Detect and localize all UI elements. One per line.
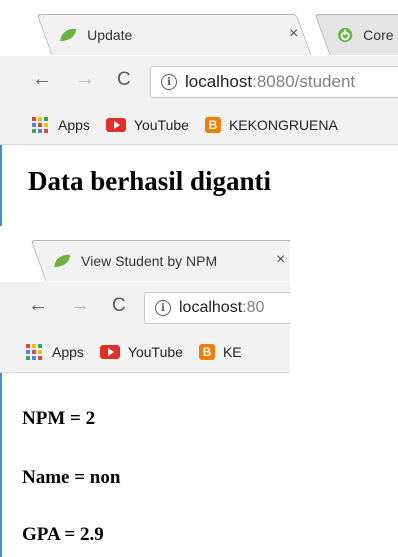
reload-icon[interactable]: C <box>117 69 131 91</box>
tab-label: View Student by NPM <box>81 253 218 269</box>
spring-leaf-icon <box>60 28 77 41</box>
tab-strip: View Student by NPM × <box>0 226 290 282</box>
browser-toolbar: ← → C i localhost:80 <box>0 282 290 333</box>
back-arrow-icon[interactable]: ← <box>32 68 52 91</box>
tab-strip: Update × Core <box>0 0 398 56</box>
tab-update[interactable]: Update <box>36 14 312 55</box>
url-path: :8080/student <box>252 72 356 91</box>
blogger-icon: B <box>198 344 215 360</box>
info-icon: i <box>155 300 171 316</box>
tab-core[interactable]: Core <box>314 14 398 55</box>
student-name: Name = non <box>22 467 121 488</box>
browser-window-view-student: View Student by NPM × ← → C i localhost:… <box>0 226 398 557</box>
bookmarks-bar: Apps YouTube B KE <box>0 332 290 373</box>
address-bar[interactable]: i localhost:8080/student <box>150 66 398 98</box>
spring-leaf-icon <box>54 254 71 267</box>
bookmark-kekongruen[interactable]: B KEKONGRUENA <box>204 117 338 133</box>
youtube-icon <box>105 118 126 132</box>
browser-chrome: View Student by NPM × ← → C i localhost:… <box>0 226 290 388</box>
url-host: localhost <box>179 299 243 316</box>
student-npm: NPM = 2 <box>22 408 96 429</box>
info-icon: i <box>161 74 177 90</box>
tab-label: Update <box>87 27 133 43</box>
reload-icon[interactable]: C <box>112 295 126 317</box>
page-message: Data berhasil diganti <box>28 166 272 196</box>
close-tab-icon[interactable]: × <box>289 25 298 43</box>
bookmark-kekongruen[interactable]: B KE <box>198 344 242 360</box>
browser-window-update: Update × Core ← → C i localhost:8080/stu… <box>0 0 398 226</box>
tab-label: Core <box>363 27 394 43</box>
bookmark-youtube[interactable]: YouTube <box>105 117 189 133</box>
student-gpa: GPA = 2.9 <box>22 524 104 545</box>
tab-view-student[interactable]: View Student by NPM <box>30 240 290 281</box>
blogger-icon: B <box>204 117 221 133</box>
spring-power-icon <box>338 27 353 43</box>
address-bar[interactable]: i localhost:80 <box>144 292 290 324</box>
forward-arrow-icon[interactable]: → <box>75 68 95 91</box>
bookmark-label: KE <box>222 344 242 360</box>
close-tab-icon[interactable]: × <box>276 251 285 269</box>
apps-grid-icon <box>26 344 42 360</box>
bookmark-label: Apps <box>58 117 90 133</box>
forward-arrow-icon[interactable]: → <box>70 294 90 317</box>
back-arrow-icon[interactable]: ← <box>28 294 48 317</box>
bookmark-youtube[interactable]: YouTube <box>99 344 183 360</box>
bookmark-label: YouTube <box>127 344 183 360</box>
bookmark-apps[interactable]: Apps <box>32 117 90 133</box>
browser-toolbar: ← → C i localhost:8080/student <box>0 56 398 107</box>
bookmark-label: YouTube <box>133 117 189 133</box>
bookmarks-bar: Apps YouTube B KEKONGRUENA <box>0 106 398 145</box>
url-host: localhost <box>185 72 253 91</box>
youtube-icon <box>99 345 120 359</box>
bookmark-label: Apps <box>52 344 84 360</box>
url-path: :80 <box>242 299 265 316</box>
bookmark-apps[interactable]: Apps <box>26 344 84 360</box>
bookmark-label: KEKONGRUENA <box>228 117 338 133</box>
apps-grid-icon <box>32 117 48 133</box>
